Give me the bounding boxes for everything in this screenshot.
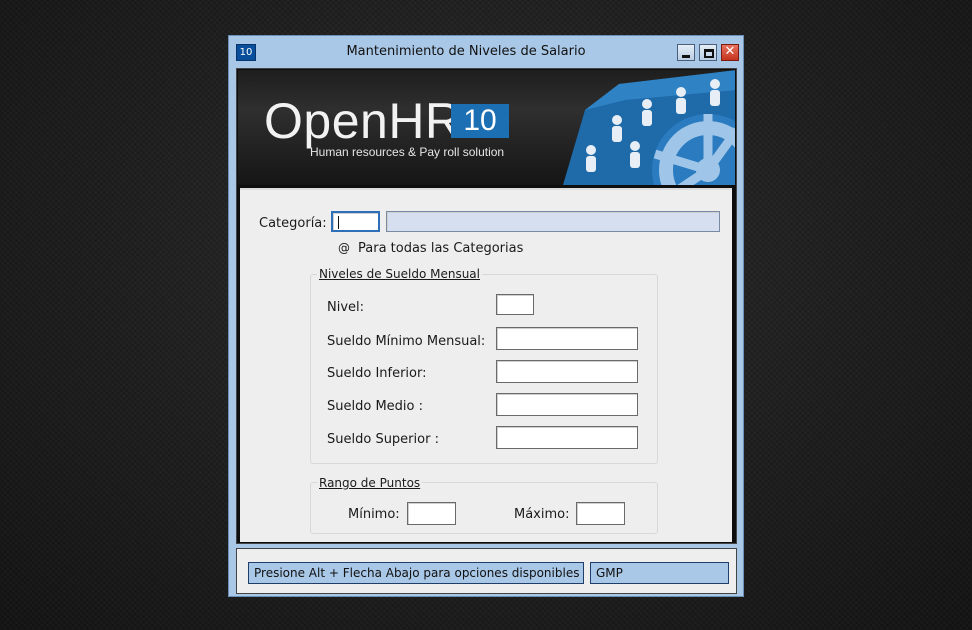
- sueldo-medio-input[interactable]: [496, 393, 638, 416]
- categoria-description-field: [386, 211, 720, 232]
- version-badge: 10: [451, 104, 509, 138]
- maximo-input[interactable]: [576, 502, 625, 525]
- sueldo-medio-label: Sueldo Medio :: [327, 399, 423, 414]
- sueldo-superior-input[interactable]: [496, 426, 638, 449]
- sueldo-minimo-label: Sueldo Mínimo Mensual:: [327, 334, 486, 349]
- maximo-label: Máximo:: [514, 507, 570, 522]
- status-bar: Presione Alt + Flecha Abajo para opcione…: [236, 548, 737, 594]
- text-cursor: [338, 216, 339, 229]
- status-user: GMP: [590, 562, 729, 584]
- people-network-graphic: [563, 70, 735, 185]
- all-categories-label: Para todas las Categorias: [358, 241, 524, 256]
- categoria-code-input[interactable]: [331, 211, 380, 232]
- sueldo-inferior-input[interactable]: [496, 360, 638, 383]
- close-icon: ✕: [724, 44, 736, 59]
- nivel-input[interactable]: [496, 294, 534, 315]
- minimo-input[interactable]: [407, 502, 456, 525]
- niveles-sueldo-title: Niveles de Sueldo Mensual: [317, 267, 482, 281]
- close-button[interactable]: ✕: [721, 44, 739, 61]
- all-categories-marker: @: [338, 241, 350, 255]
- maximize-button[interactable]: [699, 44, 717, 61]
- nivel-label: Nivel:: [327, 300, 365, 315]
- rango-puntos-title: Rango de Puntos: [317, 476, 423, 490]
- openhr-banner: OpenHR 10 Human resources & Pay roll sol…: [238, 70, 735, 185]
- sueldo-minimo-input[interactable]: [496, 327, 638, 350]
- title-bar[interactable]: 10 Mantenimiento de Niveles de Salario ✕: [229, 36, 743, 68]
- minimize-button[interactable]: [677, 44, 695, 61]
- app-window: 10 Mantenimiento de Niveles de Salario ✕…: [228, 35, 744, 597]
- form-panel: Categoría: @ Para todas las Categorias N…: [240, 188, 732, 542]
- banner-tagline: Human resources & Pay roll solution: [310, 145, 505, 159]
- window-title: Mantenimiento de Niveles de Salario: [346, 44, 586, 59]
- openhr-logo: OpenHR: [264, 93, 462, 149]
- status-message: Presione Alt + Flecha Abajo para opcione…: [248, 562, 584, 584]
- minimo-label: Mínimo:: [348, 507, 400, 522]
- sueldo-inferior-label: Sueldo Inferior:: [327, 366, 427, 381]
- main-area: OpenHR 10 Human resources & Pay roll sol…: [236, 68, 737, 544]
- categoria-label: Categoría:: [259, 216, 327, 231]
- sueldo-superior-label: Sueldo Superior :: [327, 432, 439, 447]
